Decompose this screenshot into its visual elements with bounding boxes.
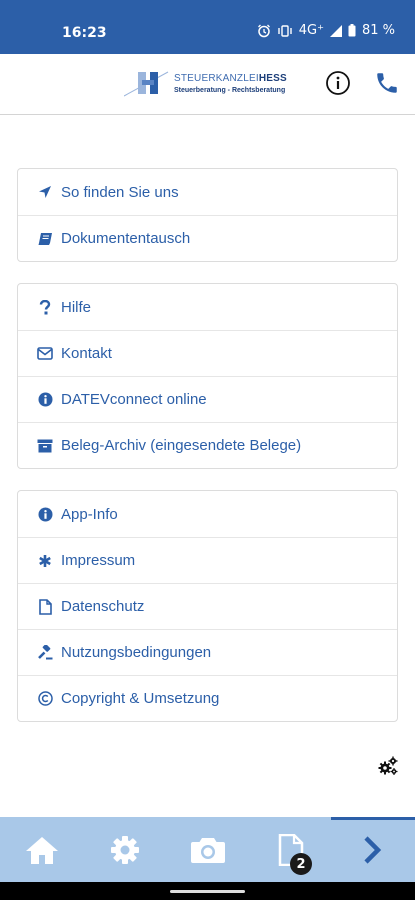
gear-icon xyxy=(111,836,139,864)
menu-item-copyright[interactable]: Copyright & Umsetzung xyxy=(18,675,397,721)
menu-item-label: Datenschutz xyxy=(61,598,145,615)
logo-wordmark: STEUERKANZLEIHESS xyxy=(174,73,287,84)
menu-item-label: Copyright & Umsetzung xyxy=(61,690,220,707)
menu-item-label: DATEVconnect online xyxy=(61,391,207,408)
nav-home-button[interactable] xyxy=(23,831,61,869)
nav-next-button[interactable] xyxy=(354,831,392,869)
menu-item-hilfe[interactable]: Hilfe xyxy=(18,284,397,330)
network-type: 4G⁺ xyxy=(298,23,324,38)
menu-item-datenschutz[interactable]: Datenschutz xyxy=(18,583,397,629)
battery-icon xyxy=(348,24,356,37)
nav-settings-button[interactable] xyxy=(106,831,144,869)
documents-count-badge: 2 xyxy=(290,853,312,875)
menu-item-kontakt[interactable]: Kontakt xyxy=(18,330,397,376)
file-icon xyxy=(37,598,53,615)
menu-item-label: App-Info xyxy=(61,505,118,523)
menu-item-so-finden-sie-uns[interactable]: So finden Sie uns xyxy=(18,169,397,215)
battery-level: 81 % xyxy=(361,23,395,38)
archive-icon xyxy=(37,438,53,454)
gavel-icon xyxy=(37,645,53,661)
menu-item-impressum[interactable]: Impressum xyxy=(18,537,397,583)
cogs-icon xyxy=(378,756,398,775)
settings-cogs-button[interactable] xyxy=(377,755,399,777)
active-tab-indicator xyxy=(331,817,415,820)
logo-mark-icon xyxy=(124,71,169,97)
alarm-icon xyxy=(257,24,271,38)
menu-item-label: Kontakt xyxy=(61,345,112,362)
status-icons: 4G⁺ 81 % xyxy=(257,23,395,38)
menu-item-label: So finden Sie uns xyxy=(61,183,179,201)
signal-icon xyxy=(329,24,342,37)
info-button[interactable] xyxy=(325,70,351,96)
menu-item-dokumententausch[interactable]: Dokumententausch xyxy=(18,215,397,261)
chevron-right-icon xyxy=(364,836,382,864)
menu-item-label: Nutzungsbedingungen xyxy=(61,644,212,661)
menu-group-location: So finden Sie uns Dokumententausch xyxy=(17,168,398,262)
nav-camera-button[interactable] xyxy=(189,831,227,869)
menu-group-info: App-Info Impressum Datenschutz Nutzungsb… xyxy=(17,490,398,722)
home-gesture-handle[interactable] xyxy=(170,890,245,893)
gesture-bar xyxy=(0,882,415,900)
app-header: STEUERKANZLEIHESS Steuerberatung - Recht… xyxy=(0,54,415,115)
info-circle-icon xyxy=(37,392,53,408)
home-icon xyxy=(26,837,58,864)
menu-item-label: Impressum xyxy=(61,552,136,569)
call-button[interactable] xyxy=(374,70,400,96)
menu-item-label: Beleg-Archiv (eingesendete Belege) xyxy=(61,437,302,454)
menu-group-services: Hilfe Kontakt DATEVconnect online Beleg-… xyxy=(17,283,398,469)
question-icon xyxy=(37,299,53,315)
asterisk-icon xyxy=(37,553,53,569)
logo: STEUERKANZLEIHESS Steuerberatung - Recht… xyxy=(124,66,304,106)
menu-item-label: Hilfe xyxy=(61,298,92,316)
location-arrow-icon xyxy=(37,184,53,200)
info-icon xyxy=(326,71,350,95)
menu-item-nutzungsbedingungen[interactable]: Nutzungsbedingungen xyxy=(18,629,397,675)
status-time: 16:23 xyxy=(62,25,107,41)
bottom-nav: 2 xyxy=(0,817,415,882)
info-circle-icon xyxy=(37,506,53,522)
copyright-icon xyxy=(37,691,53,707)
phone-icon xyxy=(377,73,397,93)
book-icon xyxy=(37,231,53,247)
envelope-icon xyxy=(37,346,53,362)
menu-item-datevconnect-online[interactable]: DATEVconnect online xyxy=(18,376,397,422)
status-bar: 16:23 4G⁺ 81 % xyxy=(0,0,415,54)
logo-tagline: Steuerberatung - Rechtsberatung xyxy=(174,87,286,94)
camera-icon xyxy=(191,838,225,863)
menu-item-app-info[interactable]: App-Info xyxy=(18,491,397,537)
vibrate-icon xyxy=(277,24,293,38)
menu-item-beleg-archiv[interactable]: Beleg-Archiv (eingesendete Belege) xyxy=(18,422,397,468)
menu-item-label: Dokumententausch xyxy=(61,230,191,247)
